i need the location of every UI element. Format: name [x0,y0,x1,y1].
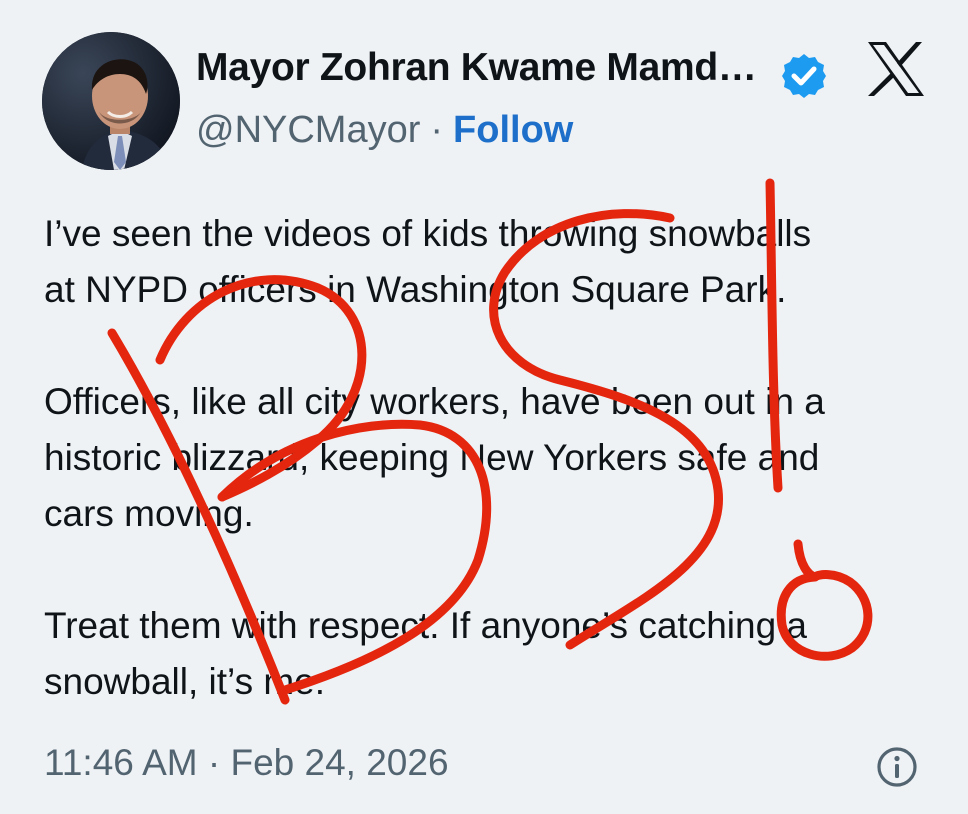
handle-row: @NYCMayor · Follow [196,109,573,152]
tweet-card: Mayor Zohran Kwame Mamd… @NYCMayor · Follo… [0,0,968,814]
tweet-line: Treat them with respect. If anyone’s cat… [44,605,807,646]
tweet-line: I’ve seen the videos of kids throwing sn… [44,213,812,254]
tweet-line: historic blizzard, keeping New Yorkers s… [44,437,820,478]
tweet-line: Officers, like all city workers, have be… [44,381,825,422]
x-logo-icon[interactable] [866,40,926,98]
separator-dot: · [430,109,444,151]
info-icon[interactable] [876,746,918,788]
avatar-portrait-icon [42,32,180,170]
avatar[interactable] [42,32,180,170]
verified-badge-icon [782,54,826,98]
tweet-line: snowball, it’s me. [44,661,326,702]
handle[interactable]: @NYCMayor [196,109,420,151]
tweet-line: at NYPD officers in Washington Square Pa… [44,269,787,310]
timestamp[interactable]: 11:46 AM · Feb 24, 2026 [44,742,449,784]
tweet-body: I’ve seen the videos of kids throwing sn… [44,206,944,710]
display-name[interactable]: Mayor Zohran Kwame Mamd… [196,46,757,90]
follow-button[interactable]: Follow [453,109,573,151]
tweet-line: cars moving. [44,493,254,534]
